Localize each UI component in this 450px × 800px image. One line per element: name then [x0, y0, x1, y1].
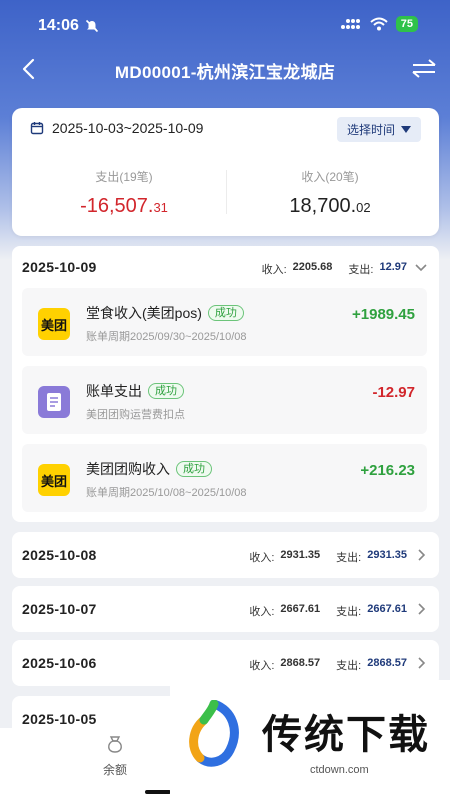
- transaction-item[interactable]: 美团 美团团购收入 成功 账单周期2025/10/08~2025/10/08 +…: [22, 444, 427, 512]
- income-stat-label: 收入:: [249, 606, 275, 618]
- bell-muted-icon: [85, 19, 98, 33]
- income-stat-value: 2667.61: [280, 603, 321, 615]
- status-right: 75: [340, 16, 418, 32]
- day-row[interactable]: 2025-10-07 收入: 2667.61 支出: 2667.61: [12, 586, 439, 632]
- status-badge: 成功: [148, 383, 184, 399]
- expense-total: -16,507.31: [24, 195, 224, 218]
- caret-down-icon: [401, 125, 411, 133]
- receipt-icon: [47, 393, 61, 411]
- bill-icon: [38, 386, 70, 418]
- status-time-group: 14:06: [38, 17, 99, 35]
- page-title: MD00001-杭州滨江宝龙城店: [114, 63, 336, 82]
- income-stat-label: 收入:: [249, 552, 275, 564]
- status-badge: 成功: [207, 305, 244, 321]
- ad-brand-text: 传统下载: [262, 713, 430, 757]
- select-time-label: 选择时间: [346, 123, 395, 137]
- chevron-right-icon[interactable]: [415, 548, 427, 562]
- wifi-icon: [370, 17, 388, 31]
- expense-stat-label: 支出:: [336, 552, 362, 564]
- summary-divider: [226, 170, 227, 214]
- transaction-name: 美团团购收入: [86, 461, 170, 477]
- status-badge: 成功: [176, 461, 212, 477]
- expense-stat-value: 2868.57: [367, 657, 407, 669]
- transaction-subtitle: 美团团购运营费扣点: [86, 409, 185, 421]
- home-indicator: [145, 790, 171, 794]
- income-stat-value: 2868.57: [280, 657, 321, 669]
- income-stat-label: 收入:: [249, 660, 275, 672]
- expense-total-dec: 31: [153, 200, 168, 215]
- summary-card: 2025-10-03~2025-10-09 选择时间 支出(19笔) -16,5…: [12, 108, 439, 236]
- expense-stat-value: 12.97: [379, 261, 407, 273]
- ctdown-logo-icon: [189, 700, 239, 767]
- day-header[interactable]: 2025-10-09 收入: 2205.68 支出: 12.97: [12, 246, 439, 288]
- expense-stat-label: 支出:: [348, 264, 374, 276]
- transaction-subtitle: 账单周期2025/10/08~2025/10/08: [86, 487, 247, 499]
- income-total-int: 18,700.: [289, 195, 357, 217]
- income-total: 18,700.02: [230, 195, 430, 218]
- status-bar: 14:06 75: [0, 0, 450, 46]
- expense-summary: 支出(19笔) -16,507.31: [24, 168, 224, 218]
- transaction-name: 堂食收入(美团pos): [86, 305, 202, 321]
- tab-balance[interactable]: 余额: [95, 734, 135, 778]
- transaction-item[interactable]: 账单支出 成功 美团团购运营费扣点 -12.97: [22, 366, 427, 434]
- date-range-row[interactable]: 2025-10-03~2025-10-09: [30, 120, 203, 136]
- day-date: 2025-10-08: [22, 547, 97, 563]
- expense-stat-value: 2931.35: [367, 549, 407, 561]
- income-summary: 收入(20笔) 18,700.02: [230, 168, 430, 218]
- transaction-amount: +216.23: [360, 462, 415, 479]
- status-time: 14:06: [38, 17, 79, 34]
- income-stat-value: 2931.35: [280, 549, 321, 561]
- chevron-down-icon[interactable]: [415, 260, 427, 274]
- ad-domain: ctdown.com: [310, 764, 369, 776]
- day-row[interactable]: 2025-10-08 收入: 2931.35 支出: 2931.35: [12, 532, 439, 578]
- transaction-name: 账单支出: [86, 383, 142, 399]
- battery-indicator: 75: [395, 16, 418, 32]
- day-stats: 收入: 2931.35 支出: 2931.35: [249, 549, 407, 565]
- transaction-amount: -12.97: [372, 384, 415, 401]
- day-date: 2025-10-05: [22, 711, 97, 727]
- transaction-name-row: 账单支出 成功: [86, 381, 184, 401]
- back-arrow-icon[interactable]: [18, 56, 42, 82]
- expense-stat-value: 2667.61: [367, 603, 407, 615]
- transaction-item[interactable]: 美团 堂食收入(美团pos) 成功 账单周期2025/09/30~2025/10…: [22, 288, 427, 356]
- transaction-name-row: 美团团购收入 成功: [86, 459, 212, 479]
- transaction-name-row: 堂食收入(美团pos) 成功: [86, 303, 244, 323]
- day-date: 2025-10-07: [22, 601, 97, 617]
- tab-balance-label: 余额: [102, 763, 127, 777]
- day-date: 2025-10-06: [22, 655, 97, 671]
- income-label: 收入(20笔): [301, 170, 359, 184]
- expense-stat-label: 支出:: [336, 660, 362, 672]
- day-stats: 收入: 2667.61 支出: 2667.61: [249, 603, 407, 619]
- expense-label: 支出(19笔): [95, 170, 153, 184]
- date-range: 2025-10-03~2025-10-09: [52, 120, 204, 136]
- meituan-logo-icon: 美团: [38, 464, 70, 496]
- wallet-bag-icon: [108, 736, 122, 753]
- income-stat-label: 收入:: [261, 264, 287, 276]
- nav-bar: MD00001-杭州滨江宝龙城店: [0, 46, 450, 92]
- day-date: 2025-10-09: [22, 259, 97, 275]
- income-stat-value: 2205.68: [292, 261, 333, 273]
- transaction-subtitle: 账单周期2025/09/30~2025/10/08: [86, 331, 247, 343]
- ad-watermark: 传统下载 ctdown.com: [170, 680, 450, 800]
- select-time-button[interactable]: 选择时间: [336, 117, 421, 142]
- chevron-right-icon[interactable]: [415, 602, 427, 616]
- day-stats: 收入: 2205.68 支出: 12.97: [262, 261, 407, 277]
- calendar-icon: [30, 122, 44, 135]
- expense-stat-label: 支出:: [336, 606, 362, 618]
- day-card-expanded: 2025-10-09 收入: 2205.68 支出: 12.97 美团 堂食收入…: [12, 246, 439, 522]
- income-total-dec: 02: [356, 200, 371, 215]
- switch-arrows-icon[interactable]: [410, 58, 438, 80]
- meituan-logo-icon: 美团: [38, 308, 70, 340]
- signal-dots-icon: [340, 19, 360, 29]
- day-stats: 收入: 2868.57 支出: 2868.57: [249, 657, 407, 673]
- expense-total-int: -16,507.: [80, 195, 154, 217]
- transaction-amount: +1989.45: [352, 306, 415, 323]
- chevron-right-icon[interactable]: [415, 656, 427, 670]
